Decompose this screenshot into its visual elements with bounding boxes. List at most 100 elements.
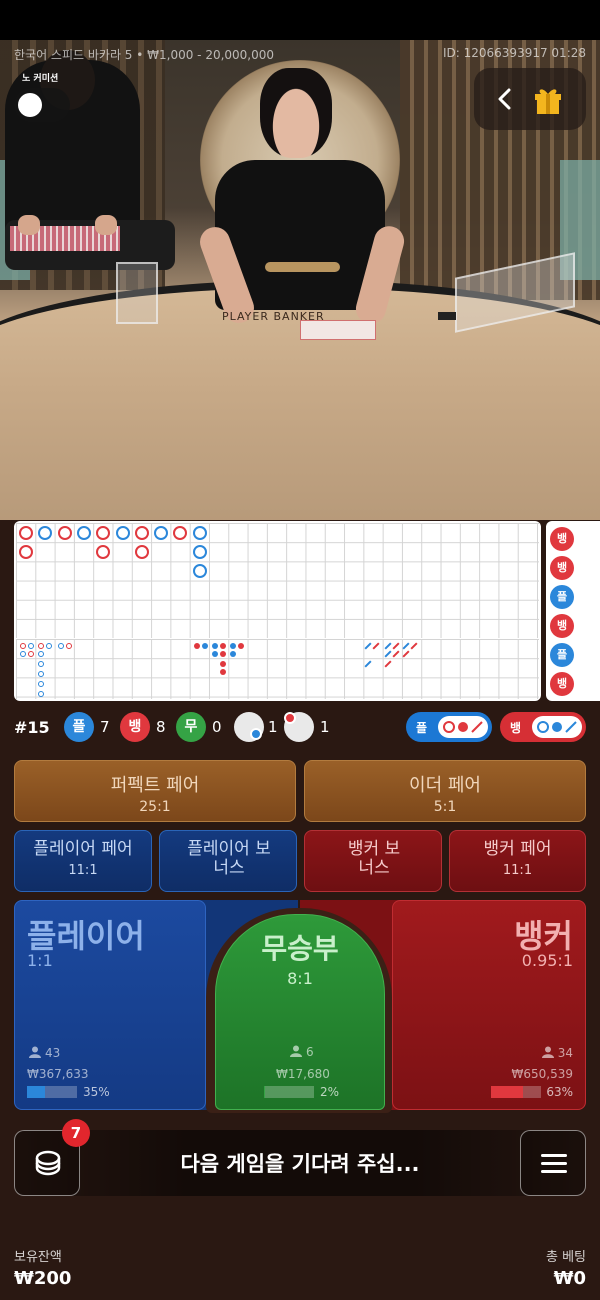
banker-count: 8	[156, 718, 166, 736]
tie-bettors: 6	[290, 1045, 314, 1059]
derived-road-marker	[38, 671, 44, 677]
hamburger-menu-icon[interactable]	[520, 1130, 586, 1196]
derived-road-marker	[28, 643, 34, 649]
tie-share-fill	[264, 1086, 265, 1098]
person-icon	[290, 1045, 302, 1057]
banker-bonus-name: 뱅커 보너스	[347, 839, 401, 878]
discard-box	[116, 262, 158, 324]
chip-count-badge: 7	[62, 1119, 90, 1147]
player-share-bar	[27, 1086, 77, 1098]
player-share-fill	[27, 1086, 45, 1098]
no-commission-label: 노 커미션	[22, 74, 59, 84]
road-map[interactable]	[14, 521, 541, 701]
game-id: ID: 12066393917 01:28	[442, 46, 586, 60]
tie-count: 0	[212, 718, 222, 736]
tie-count-badge: 무	[176, 712, 206, 742]
tie-share-percent: 2%	[320, 1085, 340, 1099]
menu-line	[541, 1154, 567, 1157]
gift-icon[interactable]	[532, 82, 564, 116]
round-number: #15	[14, 718, 50, 737]
no-commission-toggle[interactable]	[14, 88, 70, 122]
derived-road-marker	[220, 643, 226, 649]
banker-pair-bet[interactable]: 뱅커 페어 11:1	[449, 830, 586, 892]
banker-share-percent: 63%	[546, 1085, 573, 1099]
tie-bet[interactable]: 무승부 8:1 6 ₩17,680 2%	[215, 914, 385, 1110]
player-pair-icon	[234, 712, 264, 742]
derived-road-marker	[212, 651, 218, 657]
banker-count-badge: 뱅	[120, 712, 150, 742]
player-pair-odds: 11:1	[68, 863, 98, 878]
derived-roads-grid	[16, 639, 539, 699]
derived-road-marker	[38, 691, 44, 697]
hand	[18, 215, 40, 235]
banker-ask-preview	[532, 716, 582, 738]
banker-bet[interactable]: 뱅커 0.95:1 34 ₩650,539 63%	[392, 900, 586, 1110]
derived-road-marker	[20, 643, 26, 649]
derived-road-marker	[28, 651, 34, 657]
derived-road-marker	[20, 651, 26, 657]
banker-pair-count: 1	[320, 718, 330, 736]
big-road-marker	[134, 526, 149, 540]
status-bar	[0, 0, 600, 40]
bead-plate-item: 뱅	[550, 527, 574, 551]
big-road-marker	[154, 526, 169, 540]
person-icon	[541, 1046, 554, 1058]
dealt-cards	[300, 320, 376, 340]
derived-road-marker	[58, 643, 64, 649]
player-bettors-count: 43	[45, 1046, 61, 1060]
player-ask-preview	[438, 716, 488, 738]
balance-label: 보유잔액	[14, 1250, 62, 1265]
banker-share-bar	[491, 1086, 541, 1098]
derived-road-marker	[38, 681, 44, 687]
player-pool: ₩367,633	[27, 1067, 89, 1081]
player-bet-odds: 1:1	[27, 951, 53, 970]
big-road-marker	[19, 526, 33, 540]
player-bettors: 43	[29, 1046, 60, 1060]
toggle-knob	[18, 93, 42, 117]
dealer-head	[260, 68, 332, 158]
big-road-marker	[115, 526, 130, 540]
player-pair-count: 1	[268, 718, 278, 736]
player-ask-button[interactable]: 플	[406, 712, 492, 742]
bead-plate-item: 뱅	[550, 672, 574, 696]
derived-road-marker	[194, 643, 200, 649]
balance-value: ₩200	[14, 1268, 72, 1289]
bead-plate-item: 뱅	[550, 556, 574, 580]
big-road-marker	[57, 526, 72, 540]
player-bonus-name: 플레이어 보너스	[187, 839, 271, 878]
big-road-marker	[192, 526, 207, 540]
chevron-left-icon[interactable]	[490, 82, 520, 116]
player-count-badge: 플	[64, 712, 94, 742]
player-bonus-bet[interactable]: 플레이어 보너스	[159, 830, 297, 892]
bead-plate[interactable]: 뱅뱅플뱅플뱅	[546, 521, 600, 701]
derived-road-marker	[38, 651, 44, 657]
perfect-pair-name: 퍼펙트 페어	[110, 775, 200, 796]
total-bet-label: 총 베팅	[545, 1250, 586, 1265]
banker-ask-button[interactable]: 뱅	[500, 712, 586, 742]
tie-pool: ₩17,680	[276, 1067, 330, 1081]
bead-plate-item: 플	[550, 643, 574, 667]
banker-pair-name: 뱅커 페어	[483, 839, 552, 859]
either-pair-bet[interactable]: 이더 페어 5:1	[304, 760, 586, 822]
derived-road-marker	[38, 661, 44, 667]
player-bet[interactable]: 플레이어 1:1 43 ₩367,633 35%	[14, 900, 206, 1110]
hand	[95, 215, 117, 235]
player-share-percent: 35%	[83, 1085, 110, 1099]
banker-bettors: 34	[541, 1046, 573, 1060]
derived-road-marker	[66, 643, 72, 649]
derived-road-marker	[220, 661, 226, 667]
banker-bonus-bet[interactable]: 뱅커 보너스	[304, 830, 442, 892]
menu-line	[541, 1170, 567, 1173]
derived-road-marker	[230, 651, 236, 657]
total-bet-value: ₩0	[553, 1268, 586, 1289]
card-slot	[438, 312, 456, 320]
big-road-marker	[192, 564, 207, 579]
big-road-grid	[16, 523, 539, 638]
banker-pair-dot	[284, 712, 296, 724]
player-ask-label: 플	[416, 721, 428, 735]
perfect-pair-bet[interactable]: 퍼펙트 페어 25:1	[14, 760, 296, 822]
player-pair-dot	[250, 728, 262, 740]
tie-bettors-count: 6	[306, 1045, 314, 1059]
player-pair-bet[interactable]: 플레이어 페어 11:1	[14, 830, 152, 892]
bead-plate-item: 뱅	[550, 614, 574, 638]
